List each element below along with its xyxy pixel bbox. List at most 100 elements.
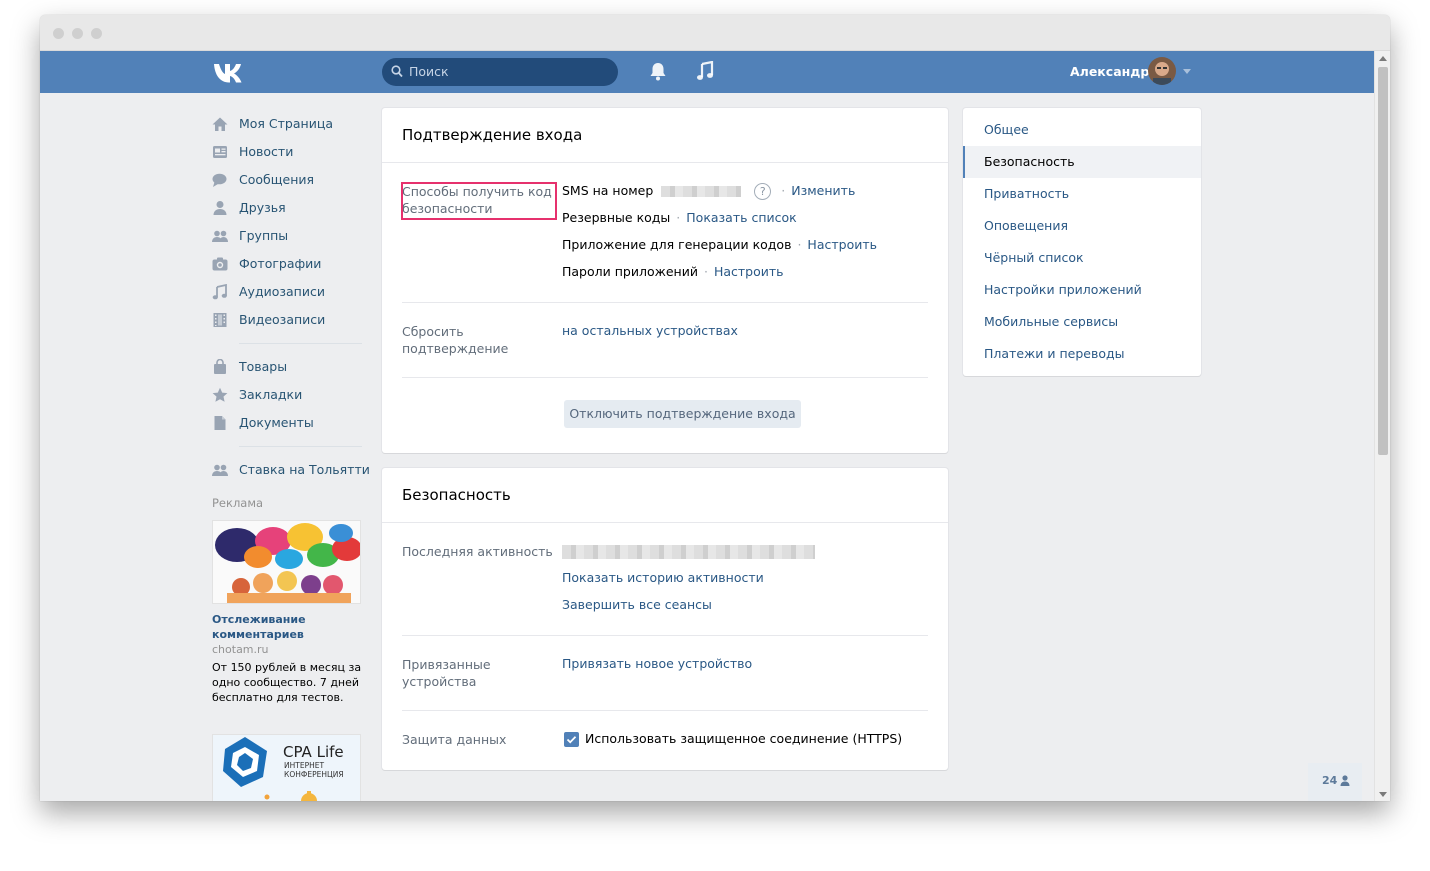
ad-title[interactable]: Отслеживание комментариев [212, 612, 362, 642]
row-divider [402, 377, 928, 378]
login-confirmation-panel: Подтверждение входа Способы получить код… [382, 108, 948, 453]
user-name[interactable]: Александр [1070, 64, 1149, 79]
title-bar [40, 15, 1390, 51]
https-checkbox[interactable] [564, 732, 579, 747]
link-new-device-link[interactable]: Привязать новое устройство [562, 656, 752, 671]
dot-separator: · [703, 264, 708, 279]
app-passwords-row: Пароли приложений · Настроить [562, 264, 784, 279]
camera-icon [212, 257, 228, 271]
nav-label: Друзья [239, 200, 286, 215]
chevron-down-icon[interactable] [1183, 69, 1191, 74]
nav-label: Сообщения [239, 172, 315, 187]
menu-label: Общее [984, 122, 1029, 137]
reset-label: Сбросить подтверждение [402, 324, 509, 356]
home-icon [212, 117, 228, 131]
film-icon [213, 313, 227, 327]
nav-item-messages[interactable]: Сообщения [212, 166, 362, 194]
last-activity-label: Последняя активность [402, 544, 553, 559]
nav-item-documents[interactable]: Документы [212, 409, 362, 437]
menu-item-app-settings[interactable]: Настройки приложений [963, 274, 1201, 306]
change-phone-link[interactable]: Изменить [791, 183, 855, 198]
nav-label: Документы [239, 415, 314, 430]
backup-label: Резервные коды [562, 210, 671, 225]
user-avatar[interactable] [1148, 57, 1176, 85]
menu-item-notifications[interactable]: Оповещения [963, 210, 1201, 242]
row-divider [402, 710, 928, 711]
menu-label: Настройки приложений [984, 282, 1142, 297]
ad-brand-text: CPA Life [283, 743, 344, 761]
https-label[interactable]: Использовать защищенное соединение (HTTP… [585, 731, 902, 746]
left-navigation: Моя Страница Новости Сообщения Друзья Гр… [212, 110, 370, 484]
window-close-dot[interactable] [53, 28, 64, 39]
dot-separator: · [676, 210, 681, 225]
menu-item-general[interactable]: Общее [963, 114, 1201, 146]
dot-separator: · [797, 237, 802, 252]
bell-icon[interactable] [649, 62, 667, 81]
scroll-down-arrow[interactable] [1379, 792, 1387, 797]
friends-icon [213, 201, 227, 215]
nav-label: Закладки [239, 387, 303, 402]
panel-header: Подтверждение входа [382, 108, 948, 163]
nav-item-friends[interactable]: Друзья [212, 194, 362, 222]
end-all-sessions-link[interactable]: Завершить все сеансы [562, 597, 712, 612]
window-maximize-dot[interactable] [91, 28, 102, 39]
menu-label: Чёрный список [984, 250, 1084, 265]
nav-item-video[interactable]: Видеозаписи [212, 306, 362, 334]
ad-description: От 150 рублей в месяц за одно сообщество… [212, 661, 362, 704]
messages-icon [212, 173, 227, 187]
setup-app-passwords-link[interactable]: Настроить [714, 264, 784, 279]
menu-label: Безопасность [984, 154, 1075, 169]
row-divider [402, 635, 928, 636]
groups-icon [212, 230, 228, 242]
nav-item-group-stavka[interactable]: Ставка на Тольятти [212, 456, 370, 484]
vk-logo[interactable] [212, 61, 246, 83]
page-scrollbar[interactable] [1374, 51, 1390, 801]
nav-item-groups[interactable]: Группы [212, 222, 362, 250]
menu-item-privacy[interactable]: Приватность [963, 178, 1201, 210]
disable-login-confirmation-button[interactable]: Отключить подтверждение входа [564, 400, 801, 428]
search-box[interactable]: Поиск [382, 58, 618, 86]
menu-item-blacklist[interactable]: Чёрный список [963, 242, 1201, 274]
nav-label: Группы [239, 228, 289, 243]
ad-image-speech-bubbles[interactable] [212, 520, 361, 604]
ad-subtitle-2: КОНФЕРЕНЦИЯ [284, 770, 344, 779]
menu-item-payments[interactable]: Платежи и переводы [963, 338, 1201, 370]
nav-divider [239, 343, 362, 344]
reset-other-devices-link[interactable]: на остальных устройствах [562, 323, 738, 338]
settings-menu: Общее Безопасность Приватность Оповещени… [963, 108, 1201, 376]
sms-row: SMS на номер ? · Изменить [562, 183, 855, 200]
nav-label: Новости [239, 144, 294, 159]
show-backup-codes-link[interactable]: Показать список [686, 210, 796, 225]
online-count: 24 [1322, 774, 1338, 787]
backup-row: Резервные коды · Показать список [562, 210, 797, 225]
window-minimize-dot[interactable] [72, 28, 83, 39]
help-icon[interactable]: ? [754, 183, 772, 200]
nav-item-goods[interactable]: Товары [212, 353, 362, 381]
nav-label: Аудиозаписи [239, 284, 325, 299]
online-friends-badge[interactable]: 24 [1308, 763, 1362, 801]
nav-item-news[interactable]: Новости [212, 138, 362, 166]
person-icon [1340, 775, 1350, 786]
sms-label: SMS на номер [562, 183, 654, 198]
nav-item-audio[interactable]: Аудиозаписи [212, 278, 362, 306]
setup-app-link[interactable]: Настроить [807, 237, 877, 252]
scroll-thumb[interactable] [1378, 67, 1388, 455]
group-icon [212, 464, 228, 476]
nav-label: Ставка на Тольятти [239, 462, 370, 477]
dot-separator: · [781, 183, 786, 198]
highlight-frame [401, 182, 557, 220]
show-activity-history-link[interactable]: Показать историю активности [562, 570, 764, 585]
checkmark-icon [566, 736, 577, 744]
nav-item-my-page[interactable]: Моя Страница [212, 110, 362, 138]
ad-image-cpa-life[interactable]: CPA Life ИНТЕРНЕТ КОНФЕРЕНЦИЯ [212, 734, 361, 801]
panel-title: Безопасность [402, 486, 511, 504]
menu-item-security[interactable]: Безопасность [963, 146, 1201, 178]
nav-item-photos[interactable]: Фотографии [212, 250, 362, 278]
app-label: Приложение для генерации кодов [562, 237, 792, 252]
nav-item-bookmarks[interactable]: Закладки [212, 381, 362, 409]
menu-item-mobile-services[interactable]: Мобильные сервисы [963, 306, 1201, 338]
phone-blurred [661, 186, 742, 197]
ad-domain[interactable]: chotam.ru [212, 643, 269, 656]
scroll-up-arrow[interactable] [1379, 56, 1387, 61]
music-icon[interactable] [696, 61, 714, 81]
